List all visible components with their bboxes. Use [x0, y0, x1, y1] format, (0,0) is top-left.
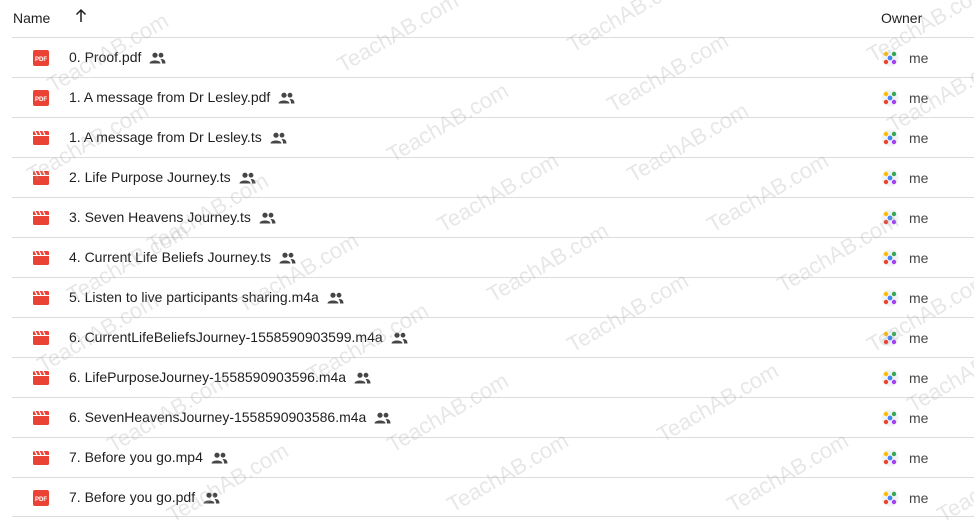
shared-people-icon [239, 171, 256, 184]
svg-text:PDF: PDF [35, 97, 47, 103]
shared-people-icon [327, 291, 344, 304]
file-name[interactable]: 1. A message from Dr Lesley.pdf [69, 89, 270, 105]
file-name[interactable]: 3. Seven Heavens Journey.ts [69, 209, 251, 225]
video-file-icon [33, 130, 49, 146]
file-row[interactable]: PDF 7. Before you go.pdf me [12, 477, 974, 517]
owner-avatar-icon [881, 209, 899, 227]
file-row[interactable]: 1. A message from Dr Lesley.ts me [12, 117, 974, 157]
file-name-cell[interactable]: 1. A message from Dr Lesley.pdf [69, 89, 295, 105]
owner-label: me [909, 50, 929, 66]
file-row[interactable]: 5. Listen to live participants sharing.m… [12, 277, 974, 317]
owner-avatar-icon [881, 89, 899, 107]
file-row[interactable]: PDF 1. A message from Dr Lesley.pdf me [12, 77, 974, 117]
video-file-icon [33, 410, 49, 426]
svg-text:PDF: PDF [35, 57, 47, 63]
owner-avatar-icon [881, 49, 899, 67]
file-name[interactable]: 4. Current Life Beliefs Journey.ts [69, 249, 271, 265]
file-name-cell[interactable]: 5. Listen to live participants sharing.m… [69, 289, 344, 305]
owner-label: me [909, 290, 929, 306]
video-file-icon [33, 330, 49, 346]
column-header-name[interactable]: Name [13, 10, 50, 26]
video-file-icon [33, 250, 49, 266]
file-name-cell[interactable]: 6. CurrentLifeBeliefsJourney-15585909035… [69, 329, 408, 345]
video-file-icon [33, 290, 49, 306]
owner-avatar-icon [881, 489, 899, 507]
file-row[interactable]: 6. CurrentLifeBeliefsJourney-15585909035… [12, 317, 974, 357]
file-name-cell[interactable]: 7. Before you go.mp4 [69, 449, 228, 465]
file-row[interactable]: 2. Life Purpose Journey.ts me [12, 157, 974, 197]
video-file-icon [33, 210, 49, 226]
file-list: PDF 0. Proof.pdf me PDF 1. A message from Dr… [0, 37, 974, 517]
owner-label: me [909, 330, 929, 346]
owner-avatar-icon [881, 129, 899, 147]
file-name[interactable]: 7. Before you go.pdf [69, 489, 195, 505]
file-name-cell[interactable]: 2. Life Purpose Journey.ts [69, 169, 256, 185]
shared-people-icon [279, 251, 296, 264]
owner-avatar-icon [881, 329, 899, 347]
owner-label: me [909, 130, 929, 146]
video-file-icon [33, 170, 49, 186]
file-row[interactable]: 4. Current Life Beliefs Journey.ts me [12, 237, 974, 277]
file-row[interactable]: 3. Seven Heavens Journey.ts me [12, 197, 974, 237]
file-row[interactable]: 7. Before you go.mp4 me [12, 437, 974, 477]
pdf-file-icon: PDF [33, 490, 49, 506]
owner-avatar-icon [881, 449, 899, 467]
owner-label: me [909, 450, 929, 466]
pdf-file-icon: PDF [33, 90, 49, 106]
owner-label: me [909, 210, 929, 226]
shared-people-icon [149, 51, 166, 64]
shared-people-icon [391, 331, 408, 344]
file-list-header: Name Owner [0, 0, 974, 37]
owner-label: me [909, 410, 929, 426]
svg-text:PDF: PDF [35, 497, 47, 503]
file-name-cell[interactable]: 6. LifePurposeJourney-1558590903596.m4a [69, 369, 371, 385]
shared-people-icon [270, 131, 287, 144]
file-name[interactable]: 6. LifePurposeJourney-1558590903596.m4a [69, 369, 346, 385]
file-name-cell[interactable]: 7. Before you go.pdf [69, 489, 220, 505]
owner-label: me [909, 490, 929, 506]
owner-avatar-icon [881, 369, 899, 387]
file-row[interactable]: 6. SevenHeavensJourney-1558590903586.m4a… [12, 397, 974, 437]
shared-people-icon [259, 211, 276, 224]
column-header-owner[interactable]: Owner [881, 10, 922, 26]
shared-people-icon [374, 411, 391, 424]
owner-label: me [909, 170, 929, 186]
file-name[interactable]: 6. SevenHeavensJourney-1558590903586.m4a [69, 409, 366, 425]
shared-people-icon [203, 491, 220, 504]
owner-label: me [909, 370, 929, 386]
file-name-cell[interactable]: 1. A message from Dr Lesley.ts [69, 129, 287, 145]
file-name-cell[interactable]: 0. Proof.pdf [69, 49, 166, 65]
owner-avatar-icon [881, 249, 899, 267]
owner-avatar-icon [881, 289, 899, 307]
owner-label: me [909, 250, 929, 266]
file-row[interactable]: PDF 0. Proof.pdf me [12, 37, 974, 77]
shared-people-icon [354, 371, 371, 384]
video-file-icon [33, 450, 49, 466]
owner-label: me [909, 90, 929, 106]
file-row[interactable]: 6. LifePurposeJourney-1558590903596.m4a m… [12, 357, 974, 397]
file-name-cell[interactable]: 6. SevenHeavensJourney-1558590903586.m4a [69, 409, 391, 425]
file-name[interactable]: 5. Listen to live participants sharing.m… [69, 289, 319, 305]
file-name[interactable]: 1. A message from Dr Lesley.ts [69, 129, 262, 145]
file-name[interactable]: 7. Before you go.mp4 [69, 449, 203, 465]
owner-avatar-icon [881, 169, 899, 187]
file-name[interactable]: 0. Proof.pdf [69, 49, 141, 65]
file-name-cell[interactable]: 4. Current Life Beliefs Journey.ts [69, 249, 296, 265]
owner-avatar-icon [881, 409, 899, 427]
shared-people-icon [278, 91, 295, 104]
file-name-cell[interactable]: 3. Seven Heavens Journey.ts [69, 209, 276, 225]
shared-people-icon [211, 451, 228, 464]
file-name[interactable]: 6. CurrentLifeBeliefsJourney-15585909035… [69, 329, 383, 345]
arrow-up-icon[interactable] [72, 7, 90, 25]
video-file-icon [33, 370, 49, 386]
pdf-file-icon: PDF [33, 50, 49, 66]
file-name[interactable]: 2. Life Purpose Journey.ts [69, 169, 231, 185]
